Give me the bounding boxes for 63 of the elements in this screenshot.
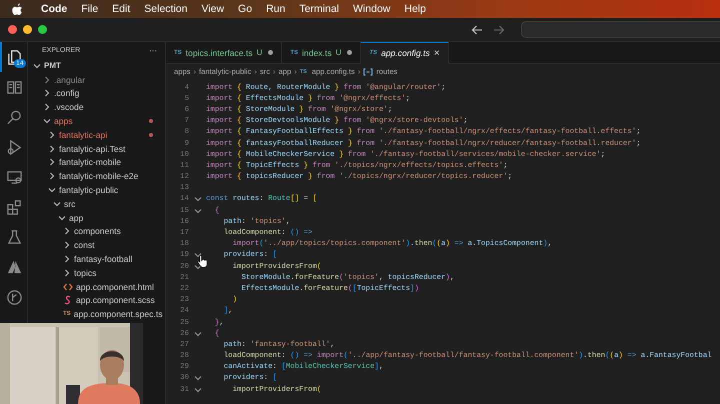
menu-item[interactable]: Edit (112, 3, 130, 15)
tree-item[interactable]: src (28, 196, 165, 211)
close-window-button[interactable] (8, 25, 17, 34)
fold-chevron-icon[interactable] (194, 330, 202, 338)
search-icon (6, 108, 23, 126)
minimize-window-button[interactable] (23, 25, 32, 34)
fold-chevron-icon[interactable] (194, 206, 202, 215)
tree-item[interactable]: .angular (28, 72, 165, 87)
files-icon (6, 48, 23, 66)
tree-item[interactable]: app.component.html (28, 280, 165, 294)
blocks-icon (6, 198, 23, 216)
apple-icon[interactable] (12, 2, 23, 16)
tree-item[interactable]: app (28, 210, 165, 225)
triangle-icon (6, 258, 23, 276)
tree-item[interactable]: fantalytic-public (28, 183, 165, 197)
swirl-icon (63, 295, 73, 306)
code-brackets-icon (63, 282, 73, 291)
fold-chevron-icon[interactable] (194, 251, 202, 260)
back-arrow-icon[interactable] (471, 24, 483, 36)
bug-play-icon (6, 138, 23, 156)
app-menu[interactable]: Code (41, 3, 68, 15)
tree-item[interactable]: PMT (28, 59, 165, 73)
tree-item[interactable]: .vscode (28, 100, 165, 114)
menu-item[interactable]: Go (238, 3, 252, 15)
tree-item[interactable]: components (28, 224, 165, 238)
tree-item[interactable]: fantalytic-api.Test (28, 142, 165, 156)
git-status: U (336, 48, 342, 57)
tree-item[interactable]: apps (28, 114, 165, 128)
unsaved-dot (268, 50, 274, 55)
tree-item[interactable]: fantalytic-mobile-e2e (28, 169, 165, 184)
forward-arrow-icon[interactable] (493, 24, 505, 36)
book-icon (6, 78, 23, 96)
git-status: U (256, 48, 262, 57)
menu-item[interactable]: Run (266, 3, 286, 15)
flask-icon (6, 228, 23, 246)
menu-item[interactable]: Window (353, 3, 390, 15)
modified-dot (149, 119, 153, 124)
fold-chevron-icon[interactable] (194, 262, 202, 271)
tree-item[interactable]: fantalytic-mobile (28, 156, 165, 170)
more-actions-button[interactable]: ··· (149, 46, 157, 55)
menu-item[interactable]: Selection (144, 3, 188, 15)
monitor-icon (6, 168, 23, 186)
fold-chevron-icon[interactable] (194, 386, 202, 394)
tree-item[interactable]: .config (28, 86, 165, 100)
variable-icon (363, 68, 374, 76)
branch-circle-icon (6, 288, 23, 306)
tree-item[interactable]: fantasy-football (28, 252, 165, 266)
menu-item[interactable]: View (201, 3, 224, 15)
fold-chevron-icon[interactable] (194, 195, 202, 204)
close-tab-button[interactable]: × (434, 48, 440, 58)
tree-item[interactable]: const (28, 238, 165, 252)
tree-item[interactable]: app.component.scss (28, 294, 165, 308)
maximize-window-button[interactable] (38, 25, 47, 34)
command-center-field[interactable] (521, 21, 720, 38)
menu-item[interactable]: Terminal (299, 3, 340, 15)
modified-dot (149, 132, 153, 137)
menu-item[interactable]: Help (404, 3, 426, 15)
tree-item[interactable]: fantalytic-api (28, 128, 165, 142)
menu-item[interactable]: File (81, 3, 98, 15)
tree-item[interactable]: topics (28, 266, 165, 280)
fold-chevron-icon[interactable] (194, 374, 202, 382)
unsaved-dot (347, 50, 352, 55)
hand-cursor-icon (197, 255, 208, 268)
